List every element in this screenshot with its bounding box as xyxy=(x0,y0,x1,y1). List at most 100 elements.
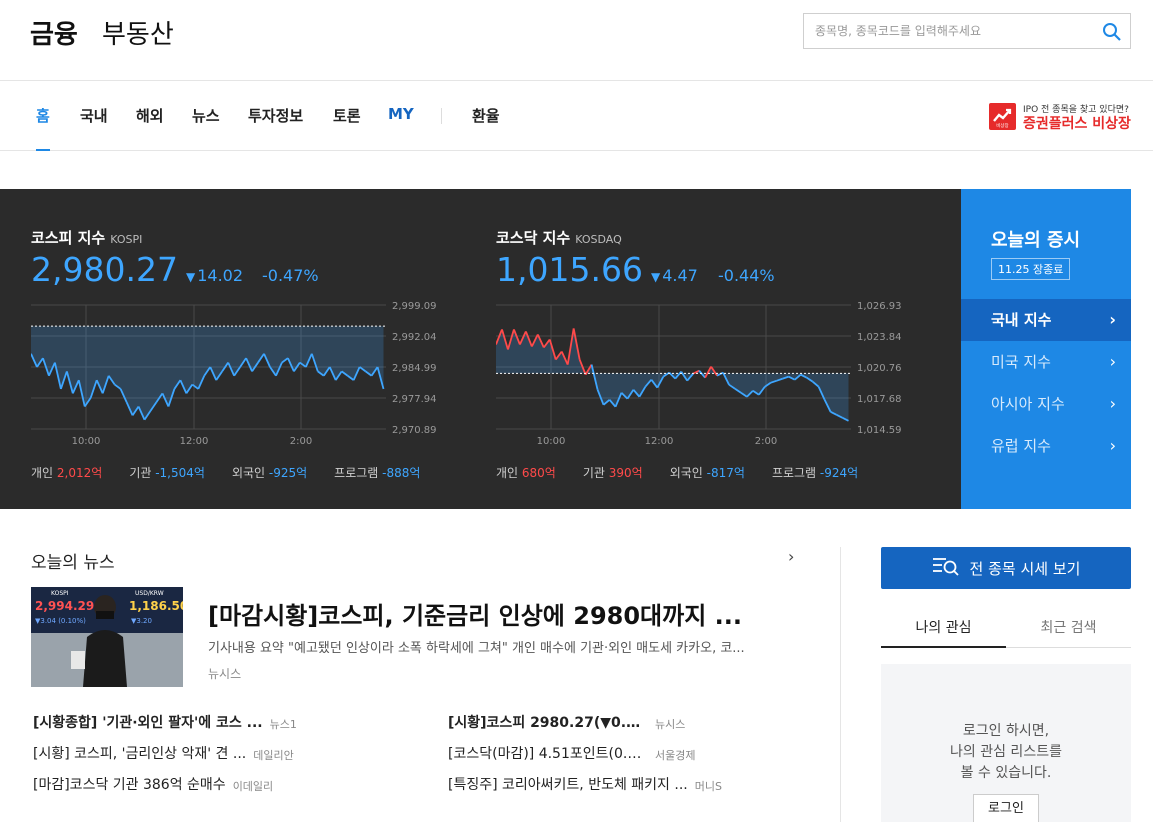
tab-my-interest[interactable]: 나의 관심 xyxy=(881,610,1006,648)
search-icon[interactable] xyxy=(1102,22,1122,42)
all-stocks-button[interactable]: 전 종목 시세 보기 xyxy=(881,547,1131,589)
y-tick-label: 2,977.94 xyxy=(392,394,437,405)
thumb-fx-change: ▼3.20 xyxy=(131,617,152,625)
down-triangle-icon: ▼ xyxy=(651,270,661,284)
investor-flow-item: 외국인 -925억 xyxy=(231,466,308,480)
y-tick-label: 1,014.59 xyxy=(857,425,902,436)
kosdaq-change-pct: -0.44% xyxy=(718,266,775,285)
nav-exchange-rate[interactable]: 환율 xyxy=(472,105,500,151)
news-thumbnail[interactable]: KOSPI 2,994.29 ▼3.04 (0.10%) USD/KRW 1,1… xyxy=(31,587,183,687)
kospi-change-pct: -0.47% xyxy=(262,266,319,285)
y-tick-label: 2,999.09 xyxy=(392,301,437,312)
today-item-asia-index[interactable]: 아시아 지수 › xyxy=(961,383,1131,425)
y-tick-label: 2,992.04 xyxy=(392,332,437,343)
y-tick-label: 2,984.99 xyxy=(392,363,437,374)
news-list-item[interactable]: [시황]코스피 2980.27(▼0.47 ... 뉴시스 xyxy=(448,712,685,732)
investor-flow-item: 개인 2,012억 xyxy=(31,466,103,480)
investor-flow-item: 외국인 -817억 xyxy=(669,466,745,480)
nav-news[interactable]: 뉴스 xyxy=(192,105,220,151)
tab-recent-search[interactable]: 최근 검색 xyxy=(1006,610,1131,648)
x-tick-label: 12:00 xyxy=(180,436,209,444)
promo-logo-text: 비상장 xyxy=(996,122,1008,129)
kosdaq-investor-flows: 개인 680억 기관 390억 외국인 -817억 프로그램 -924억 xyxy=(496,464,885,481)
kospi-value: 2,980.27 xyxy=(31,250,178,289)
market-panel: 코스피 지수 KOSPI 2,980.27 ▼ 14.02 -0.47% 2,999… xyxy=(0,189,1131,509)
nav-investment-info[interactable]: 투자정보 xyxy=(248,105,303,151)
thumb-fx-label: USD/KRW xyxy=(135,590,164,597)
kosdaq-title: 코스닥 지수 KOSDAQ xyxy=(496,229,622,247)
thumb-kospi-value: 2,994.29 xyxy=(35,599,94,613)
investor-flow-item: 기관 -1,504억 xyxy=(129,466,205,480)
kospi-investor-flows: 개인 2,012억 기관 -1,504억 외국인 -925억 프로그램 -888억 xyxy=(31,464,447,481)
brand-finance-link[interactable]: 금융 xyxy=(30,14,78,51)
investor-flow-item: 기관 390억 xyxy=(582,466,643,480)
news-heading[interactable]: 오늘의 뉴스 xyxy=(31,548,115,573)
down-triangle-icon: ▼ xyxy=(186,270,196,284)
today-market-title: 오늘의 증시 xyxy=(991,230,1081,251)
kosdaq-change: ▼ 4.47 xyxy=(651,266,698,285)
x-tick-label: 2:00 xyxy=(755,436,777,444)
today-item-us-index[interactable]: 미국 지수 › xyxy=(961,341,1131,383)
x-tick-label: 10:00 xyxy=(72,436,101,444)
y-tick-label: 1,017.68 xyxy=(857,394,902,405)
investor-flow-item: 프로그램 -888억 xyxy=(334,466,421,480)
news-summary[interactable]: 기사내용 요약 "예고됐던 인상이라 소폭 하락세에 그쳐" 개인 매수에 기관… xyxy=(208,637,798,656)
nav-discussion[interactable]: 토론 xyxy=(333,105,361,151)
y-tick-label: 2,970.89 xyxy=(392,425,437,436)
chevron-right-icon: › xyxy=(1109,436,1116,455)
today-item-europe-index[interactable]: 유럽 지수 › xyxy=(961,425,1131,467)
login-message: 로그인 하시면, 나의 관심 리스트를 볼 수 있습니다. xyxy=(950,723,1062,781)
kosdaq-value: 1,015.66 xyxy=(496,250,643,289)
thumb-kospi-change: ▼3.04 (0.10%) xyxy=(35,617,86,625)
all-stocks-label: 전 종목 시세 보기 xyxy=(969,559,1081,578)
chevron-right-icon: › xyxy=(1109,310,1116,329)
search-input[interactable] xyxy=(804,14,1084,48)
promo-title: 증권플러스 비상장 xyxy=(1023,116,1131,132)
login-prompt-box: 로그인 하시면, 나의 관심 리스트를 볼 수 있습니다. 로그인 xyxy=(881,664,1131,822)
nav-domestic[interactable]: 국내 xyxy=(80,105,108,151)
nav-overseas[interactable]: 해외 xyxy=(136,105,164,151)
nav-home[interactable]: 홈 xyxy=(36,105,50,151)
news-list-item[interactable]: [코스닥(마감)] 4.51포인트(0.4 ... 서울경제 xyxy=(448,743,695,763)
investor-flow-item: 프로그램 -924억 xyxy=(771,466,859,480)
news-list-item[interactable]: [마감]코스닥 기관 386억 순매수 이데일리 xyxy=(33,774,273,794)
thumb-fx-value: 1,186.50 xyxy=(129,599,183,613)
news-headline[interactable]: [마감시황]코스피, 기준금리 인상에 2980대까지 ... xyxy=(208,596,798,631)
kospi-summary[interactable]: 코스피 지수 KOSPI xyxy=(31,227,142,248)
list-search-icon xyxy=(932,556,960,580)
y-tick-label: 1,020.76 xyxy=(857,363,902,374)
chevron-right-icon: › xyxy=(1109,394,1116,413)
x-tick-label: 2:00 xyxy=(290,436,312,444)
main-nav: 홈 국내 해외 뉴스 투자정보 토론 MY 환율 비상장 IPO 전 종목을 찾… xyxy=(0,81,1153,151)
login-button[interactable]: 로그인 xyxy=(973,794,1039,822)
investor-flow-item: 개인 680억 xyxy=(496,466,556,480)
kosdaq-chart[interactable]: 1,026.93 1,023.84 1,020.76 1,017.68 1,014.59… xyxy=(496,299,911,444)
y-tick-label: 1,026.93 xyxy=(857,301,902,312)
news-list-item[interactable]: [시황] 코스피, '금리인상 악재' 견 ... 데일리안 xyxy=(33,743,294,763)
promo-logo-icon: 비상장 xyxy=(989,103,1016,130)
promo-banner[interactable]: 비상장 IPO 전 종목을 찾고 있다면? 증권플러스 비상장 xyxy=(989,101,1134,133)
thumb-kospi-label: KOSPI xyxy=(51,590,69,597)
kospi-change: ▼ 14.02 xyxy=(186,266,244,285)
chevron-right-icon: › xyxy=(1109,352,1116,371)
column-divider xyxy=(840,547,841,822)
x-tick-label: 10:00 xyxy=(537,436,566,444)
x-tick-label: 12:00 xyxy=(645,436,674,444)
kosdaq-summary[interactable]: 코스닥 지수 KOSDAQ xyxy=(496,227,622,248)
market-close-badge: 11.25 장종료 xyxy=(991,258,1071,280)
nav-my[interactable]: MY xyxy=(388,105,414,151)
news-list-item[interactable]: [시황종합] '기관·외인 팔자'에 코스 ... 뉴스1 xyxy=(33,712,297,732)
news-source: 뉴시스 xyxy=(208,667,242,681)
brand-realestate-link[interactable]: 부동산 xyxy=(102,14,174,51)
nav-divider xyxy=(441,108,442,124)
news-list-item[interactable]: [특징주] 코리아써키트, 반도체 패키지 ... 머니S xyxy=(448,774,722,794)
today-item-domestic-index[interactable]: 국내 지수 › xyxy=(961,299,1131,341)
kospi-title: 코스피 지수 KOSPI xyxy=(31,229,143,247)
top-header: 금융 부동산 xyxy=(0,0,1153,81)
watchlist-tabs: 나의 관심 최근 검색 xyxy=(881,610,1131,648)
today-market-panel: 오늘의 증시 11.25 장종료 국내 지수 › 미국 지수 › 아시아 지수 › 유… xyxy=(961,189,1131,509)
y-tick-label: 1,023.84 xyxy=(857,332,902,343)
kospi-chart[interactable]: 2,999.09 2,992.04 2,984.99 2,977.94 2,970.89… xyxy=(31,299,446,444)
search-box xyxy=(803,13,1131,49)
news-more-chevron-icon[interactable]: › xyxy=(788,547,794,566)
